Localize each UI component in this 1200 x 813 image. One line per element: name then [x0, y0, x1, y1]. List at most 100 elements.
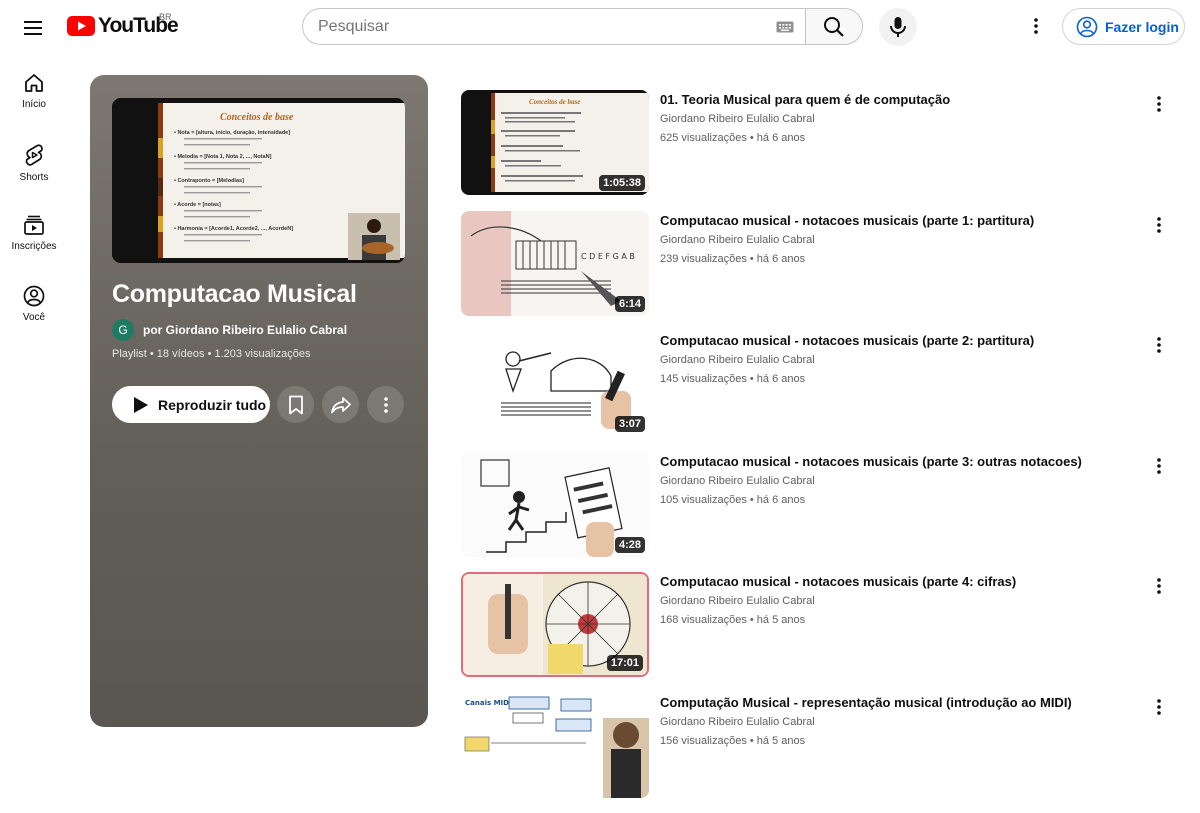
slide-subline: [184, 192, 250, 193]
playlist-thumbnail[interactable]: Conceitos de base • Nota = [altura, iníc…: [112, 98, 405, 263]
list-item: Conceitos de base 1:05:38 01. Teoria Mus…: [461, 90, 1181, 211]
search-button[interactable]: [805, 8, 863, 45]
keyboard-icon[interactable]: [765, 21, 805, 33]
slide-subline: [184, 240, 250, 241]
vertical-dots-icon: [1157, 578, 1161, 594]
vertical-dots-icon: [1157, 337, 1161, 353]
play-icon: [133, 396, 149, 414]
video-thumbnail[interactable]: 4:28: [461, 452, 649, 557]
youtube-play-logo-icon: [67, 16, 95, 36]
video-title[interactable]: Computacao musical - notacoes musicais (…: [660, 574, 1016, 589]
vertical-dots-icon: [1157, 458, 1161, 474]
video-title[interactable]: 01. Teoria Musical para quem é de comput…: [660, 92, 950, 107]
video-thumbnail[interactable]: C D E F G A B 6:14: [461, 211, 649, 316]
playlist-owner[interactable]: G por Giordano Ribeiro Eulalio Cabral: [112, 319, 347, 341]
video-duration: 1:05:38: [599, 175, 645, 191]
video-stats: 168 visualizações • há 5 anos: [660, 614, 805, 626]
region-code: BR: [159, 12, 172, 22]
share-icon: [331, 396, 351, 414]
hamburger-menu-icon: [24, 20, 44, 36]
search-box: [302, 8, 805, 45]
voice-search-button[interactable]: [879, 8, 917, 46]
slide-subline: [184, 168, 250, 169]
slide-subline: [184, 186, 262, 187]
sidebar-item-home[interactable]: Início: [0, 56, 68, 127]
sidebar-item-you[interactable]: Você: [0, 269, 68, 340]
subscriptions-icon: [23, 214, 45, 236]
avatar[interactable]: G: [112, 319, 134, 341]
video-more-button[interactable]: [1149, 215, 1169, 235]
vertical-dots-icon: [1157, 699, 1161, 715]
slide-bullet: • Melodia = [Nota 1, Nota 2, ..., NotaN]: [174, 154, 272, 160]
video-title[interactable]: Computacao musical - notacoes musicais (…: [660, 333, 1034, 348]
video-thumbnail[interactable]: 17:01: [461, 572, 649, 677]
slide-bullet: • Harmonia = [Acorde1, Acorde2, ..., Aco…: [174, 226, 293, 232]
shorts-icon: [23, 143, 45, 167]
play-all-button[interactable]: Reproduzir tudo: [112, 386, 270, 423]
slide-subline: [184, 162, 262, 163]
sidebar-item-subscriptions[interactable]: Inscrições: [0, 198, 68, 269]
channel-name[interactable]: Giordano Ribeiro Eulalio Cabral: [660, 475, 815, 487]
video-stats: 625 visualizações • há 6 anos: [660, 132, 805, 144]
channel-name[interactable]: Giordano Ribeiro Eulalio Cabral: [660, 113, 815, 125]
slide-bullet: • Acorde = [notas]: [174, 202, 221, 208]
video-duration: 6:14: [615, 296, 645, 312]
video-list: Conceitos de base 1:05:38 01. Teoria Mus…: [461, 90, 1181, 813]
channel-name[interactable]: Giordano Ribeiro Eulalio Cabral: [660, 234, 815, 246]
slide-subline: [184, 234, 262, 235]
list-item: 3:07 Computacao musical - notacoes music…: [461, 331, 1181, 452]
sidebar-item-label: Início: [22, 99, 46, 110]
video-stats: 156 visualizações • há 5 anos: [660, 735, 805, 747]
video-stats: 239 visualizações • há 6 anos: [660, 253, 805, 265]
sign-in-button[interactable]: Fazer login: [1062, 8, 1185, 45]
playlist-more-button[interactable]: [367, 386, 404, 423]
sidebar-item-label: Inscrições: [11, 241, 56, 252]
channel-name[interactable]: Giordano Ribeiro Eulalio Cabral: [660, 716, 815, 728]
sidebar-item-shorts[interactable]: Shorts: [0, 127, 68, 198]
vertical-dots-icon: [1157, 217, 1161, 233]
menu-button[interactable]: [18, 12, 50, 44]
video-more-button[interactable]: [1149, 335, 1169, 355]
slide-heading: Conceitos de base: [220, 112, 294, 123]
video-duration: 17:01: [607, 655, 643, 671]
video-thumbnail[interactable]: 3:07: [461, 331, 649, 436]
slide-subline: [184, 144, 250, 145]
video-title[interactable]: Computação Musical - representação music…: [660, 695, 1072, 710]
settings-more-button[interactable]: [1024, 14, 1048, 38]
video-title[interactable]: Computacao musical - notacoes musicais (…: [660, 213, 1034, 228]
save-playlist-button[interactable]: [277, 386, 314, 423]
list-item: Canais MIDI Computação Musical - represe…: [461, 693, 1181, 813]
slide-bullet: • Contraponto = [Melodias]: [174, 178, 244, 184]
account-circle-icon: [1076, 16, 1098, 38]
video-more-button[interactable]: [1149, 697, 1169, 717]
home-icon: [23, 72, 45, 94]
owner-name[interactable]: por Giordano Ribeiro Eulalio Cabral: [143, 323, 347, 337]
slide-subline: [184, 216, 250, 217]
video-more-button[interactable]: [1149, 94, 1169, 114]
video-title[interactable]: Computacao musical - notacoes musicais (…: [660, 454, 1082, 469]
playlist-header-panel: Conceitos de base • Nota = [altura, iníc…: [90, 75, 428, 727]
svg-text:Conceitos de base: Conceitos de base: [529, 98, 580, 106]
you-icon: [23, 285, 45, 307]
thumbnail-image: Canais MIDI: [461, 693, 649, 798]
channel-name[interactable]: Giordano Ribeiro Eulalio Cabral: [660, 595, 815, 607]
list-item: 17:01 Computacao musical - notacoes musi…: [461, 572, 1181, 693]
svg-text:C D E F G A B: C D E F G A B: [581, 252, 635, 261]
video-stats: 145 visualizações • há 6 anos: [660, 373, 805, 385]
top-bar: YouTube BR Fazer login: [0, 0, 1200, 56]
sidebar-item-label: Você: [23, 312, 45, 323]
search-input[interactable]: [318, 18, 765, 36]
sidebar-item-label: Shorts: [20, 172, 49, 183]
share-button[interactable]: [322, 386, 359, 423]
channel-name[interactable]: Giordano Ribeiro Eulalio Cabral: [660, 354, 815, 366]
list-item: 4:28 Computacao musical - notacoes music…: [461, 452, 1181, 573]
video-duration: 4:28: [615, 537, 645, 553]
video-more-button[interactable]: [1149, 456, 1169, 476]
video-thumbnail[interactable]: Canais MIDI: [461, 693, 649, 798]
video-thumbnail[interactable]: Conceitos de base 1:05:38: [461, 90, 649, 195]
slide-bullet: • Nota = [altura, início, duração, inten…: [174, 130, 290, 136]
slide-subline: [184, 210, 262, 211]
search-bar: [302, 8, 863, 45]
play-all-label: Reproduzir tudo: [158, 397, 266, 413]
video-more-button[interactable]: [1149, 576, 1169, 596]
